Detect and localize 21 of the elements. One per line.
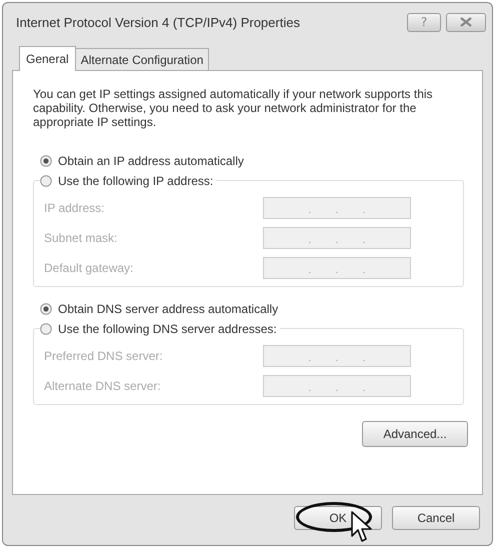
close-button[interactable] (446, 12, 486, 32)
field-label: Default gateway: (44, 261, 134, 275)
description-text: You can get IP settings assigned automatically if your network supports this capability. Otherwise, you need to ask your network administrator for the appropriate IP settings. (33, 87, 434, 129)
tab[interactable]: Alternate Configuration (74, 48, 210, 70)
field-label: Preferred DNS server: (44, 349, 163, 363)
radio-icon[interactable] (40, 155, 52, 167)
radio-icon[interactable] (40, 303, 52, 315)
radio-option[interactable]: Use the following IP address: (40, 173, 216, 189)
radio-icon[interactable] (40, 323, 52, 335)
close-icon (459, 17, 473, 27)
radio-icon[interactable] (40, 175, 52, 187)
advanced-button[interactable]: Advanced... (362, 421, 468, 447)
field-label: Subnet mask: (44, 231, 118, 245)
radio-option[interactable]: Obtain DNS server address automatically (40, 301, 282, 317)
radio-option[interactable]: Use the following DNS server addresses: (40, 321, 280, 337)
window-title: Internet Protocol Version 4 (TCP/IPv4) Properties (16, 14, 300, 30)
tab[interactable]: General (19, 46, 76, 71)
field-label: IP address: (44, 201, 104, 215)
radio-option[interactable]: Obtain an IP address automatically (40, 153, 247, 169)
dialog-button[interactable]: Cancel (392, 506, 480, 530)
field-label: Alternate DNS server: (44, 379, 161, 393)
